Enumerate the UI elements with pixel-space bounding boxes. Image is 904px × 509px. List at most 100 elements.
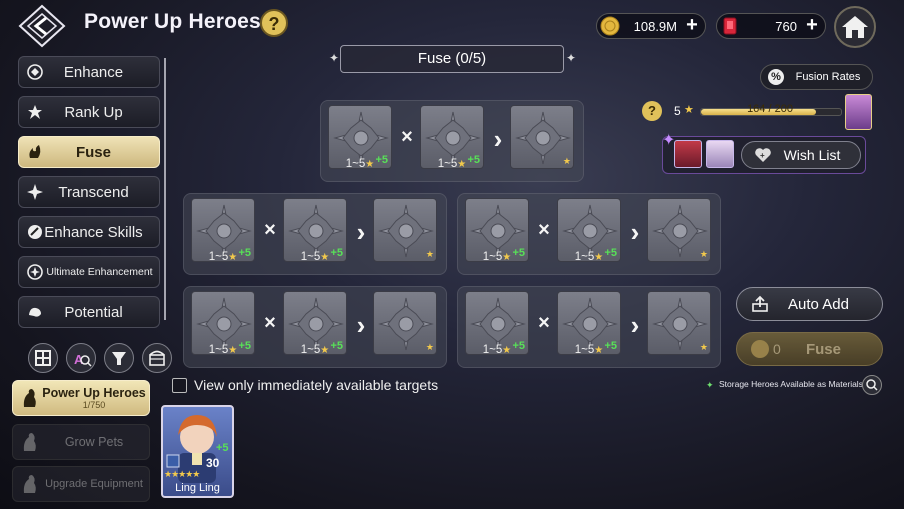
menu-scrollbar[interactable] xyxy=(164,58,166,320)
arrow-right-icon: › xyxy=(356,217,366,247)
back-button[interactable] xyxy=(18,4,66,48)
hero-stars: ★★★★★ xyxy=(164,469,200,479)
sub-nav-text: Upgrade Equipment xyxy=(39,478,149,490)
star-icon: ★ xyxy=(502,252,512,263)
menu-item-transcend[interactable]: Transcend xyxy=(18,176,160,208)
range-text: 1~5 xyxy=(208,251,229,263)
storage-note: Storage Heroes Available as Materials xyxy=(719,379,863,389)
times-icon: × xyxy=(264,312,276,334)
auto-add-label: Auto Add xyxy=(788,295,849,313)
slot-star-range: 1~5★ xyxy=(191,344,255,356)
level-help-button[interactable]: ? xyxy=(642,101,662,121)
menu-item-label: Fuse xyxy=(75,143,111,161)
gem-amount: 760 xyxy=(775,18,797,34)
level-star-icon: ★ xyxy=(684,104,694,116)
grid-view-button[interactable] xyxy=(28,343,58,373)
menu-item-label: Enhance xyxy=(63,63,124,81)
fuse-cost: 0 xyxy=(773,341,781,357)
wish-list-label: Wish List xyxy=(783,147,841,163)
available-targets-label: View only immediately available targets xyxy=(194,377,439,393)
star-icon: ★ xyxy=(320,345,330,356)
star-icon: ★ xyxy=(320,252,330,263)
menu-item-fuse[interactable]: Fuse xyxy=(18,136,160,168)
wish-list-button[interactable]: + Wish List xyxy=(741,141,861,169)
result-slot[interactable]: ★ xyxy=(373,291,437,355)
slot-star-range: 1~5★ xyxy=(557,251,621,263)
enhance-icon xyxy=(27,64,43,80)
gem-add-button[interactable]: + xyxy=(803,15,821,35)
fuse-icon xyxy=(29,145,41,158)
wishlist-hero-portrait[interactable] xyxy=(674,140,702,168)
slot-star-range: 1~5★ xyxy=(283,344,347,356)
slot-star-range: 1~5★ xyxy=(465,251,529,263)
upload-icon xyxy=(752,295,768,312)
hero-plus-level: +5 xyxy=(216,442,229,454)
times-icon: × xyxy=(538,312,550,334)
menu-item-label: Transcend xyxy=(58,183,129,201)
sub-nav-power-up-heroes[interactable]: Power Up Heroes 1/750 xyxy=(12,380,150,416)
available-targets-checkbox[interactable] xyxy=(172,378,187,393)
fusion-level: 5 xyxy=(674,104,681,118)
storage-search-button[interactable] xyxy=(862,375,882,395)
menu-item-label: Potential xyxy=(64,303,123,321)
range-text: 1~5 xyxy=(300,344,321,356)
fusion-rates-label: Fusion Rates xyxy=(795,71,861,83)
ruby-gem-icon xyxy=(723,17,737,35)
search-hero-icon: A xyxy=(74,352,92,367)
sub-nav-upgrade-equipment[interactable]: Upgrade Equipment xyxy=(12,466,150,502)
filter-icon xyxy=(112,352,126,365)
gold-amount: 108.9M xyxy=(633,18,677,34)
inventory-button[interactable] xyxy=(142,343,172,373)
sub-nav-icon xyxy=(23,475,36,493)
home-button[interactable] xyxy=(834,6,876,48)
range-text: 1~5 xyxy=(208,344,229,356)
sub-nav-count: 1/750 xyxy=(82,400,106,410)
sub-nav-icon xyxy=(23,389,36,407)
result-star-icon: ★ xyxy=(562,156,571,166)
menu-item-potential[interactable]: Potential xyxy=(18,296,160,328)
slot-star-range: 1~5★ xyxy=(420,158,484,170)
result-slot[interactable]: ★ xyxy=(647,291,711,355)
tab-fuse[interactable]: Fuse (0/5) xyxy=(340,45,564,73)
range-text: 1~5 xyxy=(437,158,458,170)
menu-item-enhance-skills[interactable]: Enhance Skills xyxy=(18,216,160,248)
arrow-right-icon: › xyxy=(630,310,640,340)
fuse-button[interactable]: 0 Fuse xyxy=(736,332,883,366)
enhance-skills-icon xyxy=(28,225,42,239)
reward-card-icon[interactable] xyxy=(845,94,872,130)
gold-coin-icon xyxy=(600,16,620,36)
result-slot[interactable]: ★ xyxy=(373,198,437,262)
gold-add-button[interactable]: + xyxy=(683,15,701,35)
sub-nav-grow-pets[interactable]: Grow Pets xyxy=(12,424,150,460)
menu-item-rank-up[interactable]: Rank Up xyxy=(18,96,160,128)
coin-icon xyxy=(751,340,769,358)
auto-add-button[interactable]: Auto Add xyxy=(736,287,883,321)
result-slot[interactable]: ★ xyxy=(647,198,711,262)
menu-item-enhance[interactable]: Enhance xyxy=(18,56,160,88)
range-text: 1~5 xyxy=(300,251,321,263)
grid-view-icon xyxy=(35,350,51,366)
svg-text:+: + xyxy=(760,151,765,160)
slot-star-range: 1~5★ xyxy=(328,158,392,170)
sub-nav-icon xyxy=(23,433,36,451)
search-hero-button[interactable]: A xyxy=(66,343,96,373)
home-icon xyxy=(842,16,868,38)
result-star-icon: ★ xyxy=(425,249,434,259)
result-slot[interactable]: ★ xyxy=(510,105,574,169)
range-text: 1~5 xyxy=(482,251,503,263)
rank-up-icon xyxy=(28,105,42,119)
page-title: Power Up Heroes xyxy=(84,10,261,33)
range-text: 1~5 xyxy=(574,344,595,356)
star-icon: ★ xyxy=(502,345,512,356)
filter-button[interactable] xyxy=(104,343,134,373)
slot-star-range: 1~5★ xyxy=(283,251,347,263)
potential-icon xyxy=(29,307,41,317)
wishlist-hero-portrait[interactable] xyxy=(706,140,734,168)
slot-star-range: 1~5★ xyxy=(465,344,529,356)
help-button[interactable]: ? xyxy=(260,9,288,37)
slot-star-range: 1~5★ xyxy=(557,344,621,356)
fusion-rates-button[interactable]: % Fusion Rates xyxy=(760,64,873,90)
menu-item-ultimate-enhancement[interactable]: Ultimate Enhancement xyxy=(18,256,160,288)
range-text: 1~5 xyxy=(482,344,503,356)
slot-star-range: 1~5★ xyxy=(191,251,255,263)
